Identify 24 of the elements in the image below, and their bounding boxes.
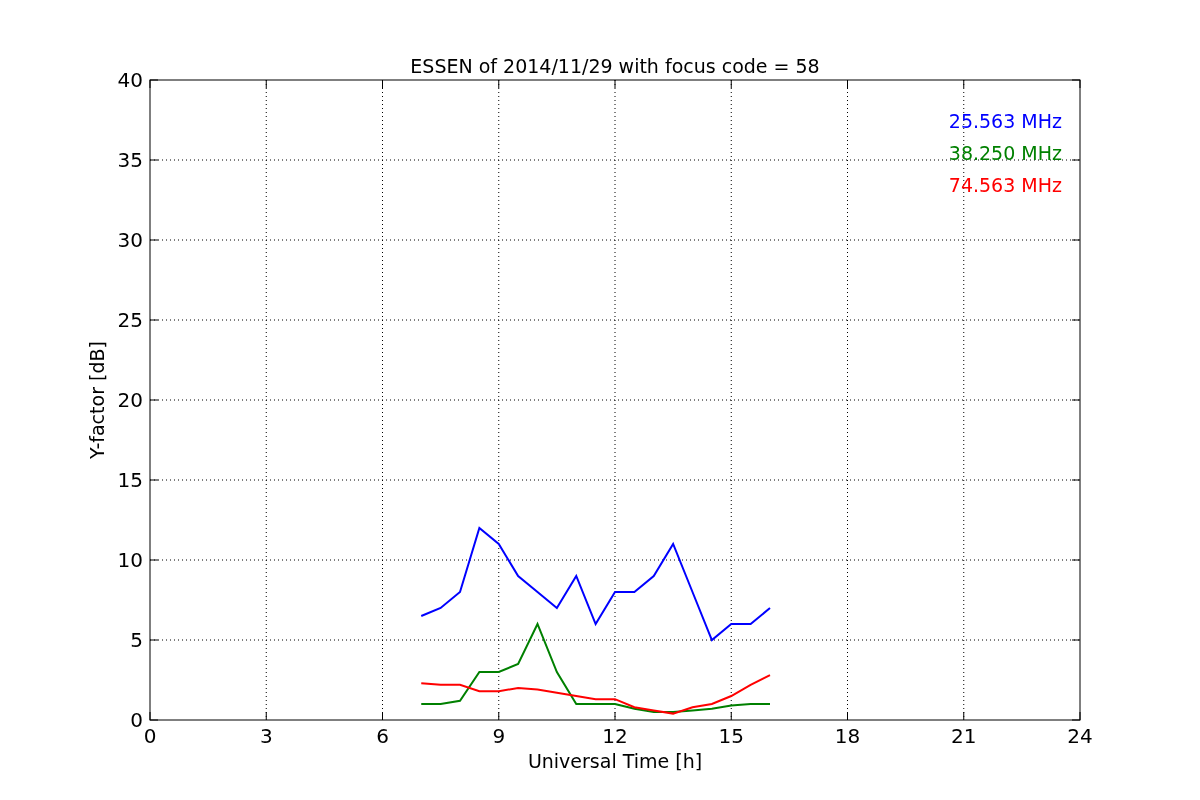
axis-title: Y-factor [dB] — [86, 341, 108, 459]
tick-label: 15 — [718, 724, 744, 748]
tick-label: 5 — [130, 628, 143, 652]
legend-label: 74.563 MHz — [948, 174, 1062, 196]
tick-label: 6 — [376, 724, 389, 748]
tick-label: 20 — [117, 388, 143, 412]
tick-label: 0 — [143, 724, 157, 748]
tick-label: 10 — [117, 548, 143, 572]
tick-label: 9 — [492, 724, 506, 748]
tick-label: 35 — [117, 148, 143, 172]
tick-label: 40 — [117, 68, 143, 92]
tick-label: 18 — [834, 724, 861, 748]
tick-label: 25 — [117, 308, 143, 332]
chart-title: ESSEN of 2014/11/29 with focus code = 58 — [410, 55, 820, 77]
tick-label: 21 — [951, 724, 977, 748]
axis-title: Universal Time [h] — [527, 750, 703, 772]
tick-label: 15 — [117, 468, 143, 492]
legend-label: 38.250 MHz — [948, 142, 1062, 164]
legend-label: 25.563 MHz — [948, 110, 1062, 132]
tick-label: 12 — [602, 724, 628, 748]
tick-label: 30 — [117, 228, 143, 252]
tick-label: 24 — [1067, 724, 1093, 748]
tick-label: 0 — [130, 708, 143, 732]
tick-label: 3 — [259, 724, 273, 748]
